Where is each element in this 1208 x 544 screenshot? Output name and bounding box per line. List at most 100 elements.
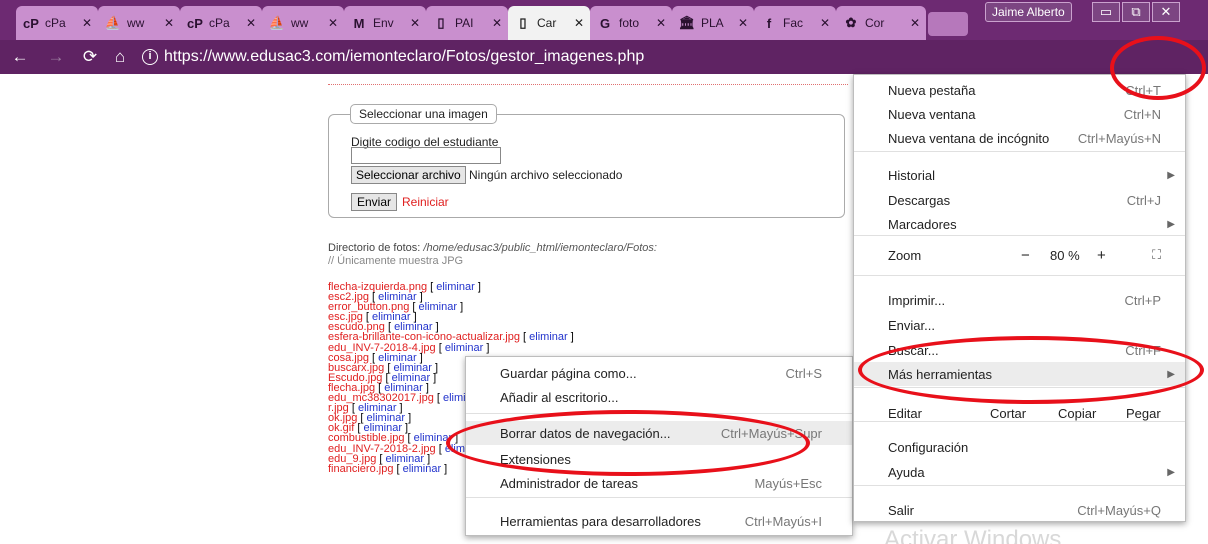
close-window-button[interactable]: ✕ — [1152, 2, 1180, 22]
tab[interactable]: ✿ Cor ✕ — [836, 6, 926, 40]
maximize-button[interactable]: ⧉ — [1122, 2, 1150, 22]
submenu-item[interactable]: Guardar página como... Ctrl+S — [466, 361, 852, 385]
tab[interactable]: 🏛 PLA ✕ — [672, 6, 754, 40]
tab[interactable]: Gfoto ✕ — [590, 6, 672, 40]
tab[interactable]: cP cPa ✕ — [16, 6, 98, 40]
tab-label: Fac — [783, 16, 804, 30]
settings-icon: ✿ — [845, 15, 857, 30]
menu-item-shortcut: Ctrl+P — [1124, 292, 1161, 308]
close-tab-icon[interactable]: ✕ — [164, 16, 174, 30]
forward-icon[interactable]: → — [44, 47, 68, 67]
menu-item[interactable]: Enviar... — [854, 313, 1185, 337]
submenu-arrow-icon: ▶ — [1167, 466, 1175, 478]
chrome-main-menu: Zoom − 80 % + ⛶ Editar Cortar Copiar Peg… — [853, 74, 1186, 522]
submenu-item-shortcut: Ctrl+S — [785, 365, 822, 381]
gmail-icon: M — [353, 15, 365, 31]
close-tab-icon[interactable]: ✕ — [656, 16, 666, 30]
home-icon[interactable]: ⌂ — [108, 47, 132, 67]
phpmyadmin-icon: ⛵ — [268, 15, 286, 30]
edit-label: Editar — [888, 405, 922, 421]
directory-info: Directorio de fotos: /home/edusac3/publi… — [328, 242, 657, 268]
menu-item-label: Ayuda — [888, 464, 925, 480]
submenu-separator — [466, 497, 852, 498]
tab-label: Car — [537, 16, 557, 30]
new-tab-button[interactable] — [928, 12, 968, 36]
menu-item[interactable]: Historial ▶ — [854, 163, 1185, 187]
document-icon: ▯ — [437, 15, 445, 30]
menu-item-label: Nueva ventana — [888, 106, 976, 122]
profile-button[interactable]: Jaime Alberto — [985, 2, 1072, 22]
menu-item[interactable]: Configuración — [854, 435, 1185, 459]
delete-link[interactable]: eliminar — [529, 331, 568, 343]
browser-window: cP cPa ✕ ⛵ ww ✕ cP cPa ✕ ⛵ ww ✕ M Env ✕ ▯ PAI ✕ ▯ Car ✕ Gfoto… — [0, 0, 1208, 544]
submenu-item-label: Administrador de tareas — [500, 475, 639, 491]
tab[interactable]: ▯ PAI ✕ — [426, 6, 508, 40]
menu-item[interactable]: Salir Ctrl+Mayús+Q — [854, 498, 1185, 522]
annotation-ellipse-menu — [1110, 36, 1206, 100]
fullscreen-icon[interactable]: ⛶ — [1152, 247, 1161, 263]
back-icon[interactable]: ← — [8, 47, 32, 67]
address-bar[interactable]: i https://www.edusac3.com/iemonteclaro/F… — [142, 45, 882, 69]
close-tab-icon[interactable]: ✕ — [574, 16, 584, 30]
close-tab-icon[interactable]: ✕ — [82, 16, 92, 30]
delete-link[interactable]: eliminar — [436, 281, 475, 293]
zoom-level: 80 % — [1050, 247, 1080, 263]
submenu-item-label: Herramientas para desarrolladores — [500, 513, 701, 529]
reload-icon[interactable]: ⟳ — [78, 47, 102, 67]
paste-button[interactable]: Pegar — [1126, 406, 1161, 421]
directory-label: Directorio de fotos: — [328, 242, 421, 254]
close-tab-icon[interactable]: ✕ — [328, 16, 338, 30]
zoom-in-button[interactable]: + — [1097, 247, 1106, 264]
bracket: [ — [427, 281, 437, 293]
cut-button[interactable]: Cortar — [990, 406, 1026, 421]
delete-link[interactable]: eliminar — [403, 463, 442, 475]
tab[interactable]: M Env ✕ — [344, 6, 426, 40]
menu-item[interactable]: Nueva ventana Ctrl+N — [854, 102, 1185, 126]
bracket: ] — [457, 301, 464, 314]
tab[interactable]: f Fac ✕ — [754, 6, 836, 40]
submenu-item-shortcut: Ctrl+Mayús+I — [744, 513, 822, 529]
file-link[interactable]: financiero.jpg — [328, 463, 393, 475]
delete-link[interactable]: eliminar — [445, 342, 484, 354]
bracket: [ — [433, 392, 443, 405]
menu-item[interactable]: Descargas Ctrl+J — [854, 188, 1185, 212]
menu-item[interactable]: Nueva ventana de incógnito Ctrl+Mayús+N — [854, 126, 1185, 150]
annotation-ellipse-clear-data — [446, 410, 810, 476]
submenu-item[interactable]: Añadir al escritorio... — [466, 385, 852, 409]
reset-link[interactable]: Reiniciar — [402, 195, 449, 209]
directory-path: /home/edusac3/public_html/iemonteclaro/F… — [423, 242, 657, 254]
delete-link[interactable]: eliminar — [419, 301, 458, 313]
bracket: ] — [441, 462, 448, 475]
document-icon: ▯ — [519, 15, 527, 30]
menu-item[interactable]: Marcadores ▶ — [854, 212, 1185, 236]
tab-strip: cP cPa ✕ ⛵ ww ✕ cP cPa ✕ ⛵ ww ✕ M Env ✕ ▯ PAI ✕ ▯ Car ✕ Gfoto… — [0, 0, 1208, 40]
minimize-button[interactable]: ▭ — [1092, 2, 1120, 22]
menu-item[interactable]: Ayuda ▶ — [854, 460, 1185, 484]
close-tab-icon[interactable]: ✕ — [820, 16, 830, 30]
menu-item-shortcut: Ctrl+J — [1126, 192, 1161, 208]
copy-button[interactable]: Copiar — [1058, 406, 1096, 421]
close-tab-icon[interactable]: ✕ — [738, 16, 748, 30]
submenu-item-label: Guardar página como... — [500, 365, 637, 381]
send-button[interactable]: Enviar — [351, 193, 398, 211]
menu-item-label: Enviar... — [888, 317, 935, 333]
submenu-arrow-icon: ▶ — [1167, 169, 1175, 181]
select-file-button[interactable]: Seleccionar archivo — [351, 166, 466, 184]
menu-separator — [854, 151, 1185, 152]
info-icon[interactable]: i — [142, 49, 158, 65]
zoom-out-button[interactable]: − — [1021, 247, 1030, 264]
close-tab-icon[interactable]: ✕ — [246, 16, 256, 30]
close-tab-icon[interactable]: ✕ — [910, 16, 920, 30]
submenu-item[interactable]: Herramientas para desarrolladores Ctrl+Ma… — [466, 509, 852, 533]
tab[interactable]: ⛵ ww ✕ — [262, 6, 344, 40]
bracket: [ — [435, 442, 445, 455]
bracket: [ — [435, 341, 445, 354]
tab[interactable]: cP cPa ✕ — [180, 6, 262, 40]
menu-item[interactable]: Imprimir... Ctrl+P — [854, 288, 1185, 312]
student-code-input[interactable] — [351, 147, 501, 164]
tab[interactable]: ▯ Car ✕ — [508, 6, 590, 40]
menu-item-shortcut: Ctrl+Mayús+N — [1077, 130, 1161, 146]
close-tab-icon[interactable]: ✕ — [492, 16, 502, 30]
tab[interactable]: ⛵ ww ✕ — [98, 6, 180, 40]
close-tab-icon[interactable]: ✕ — [410, 16, 420, 30]
